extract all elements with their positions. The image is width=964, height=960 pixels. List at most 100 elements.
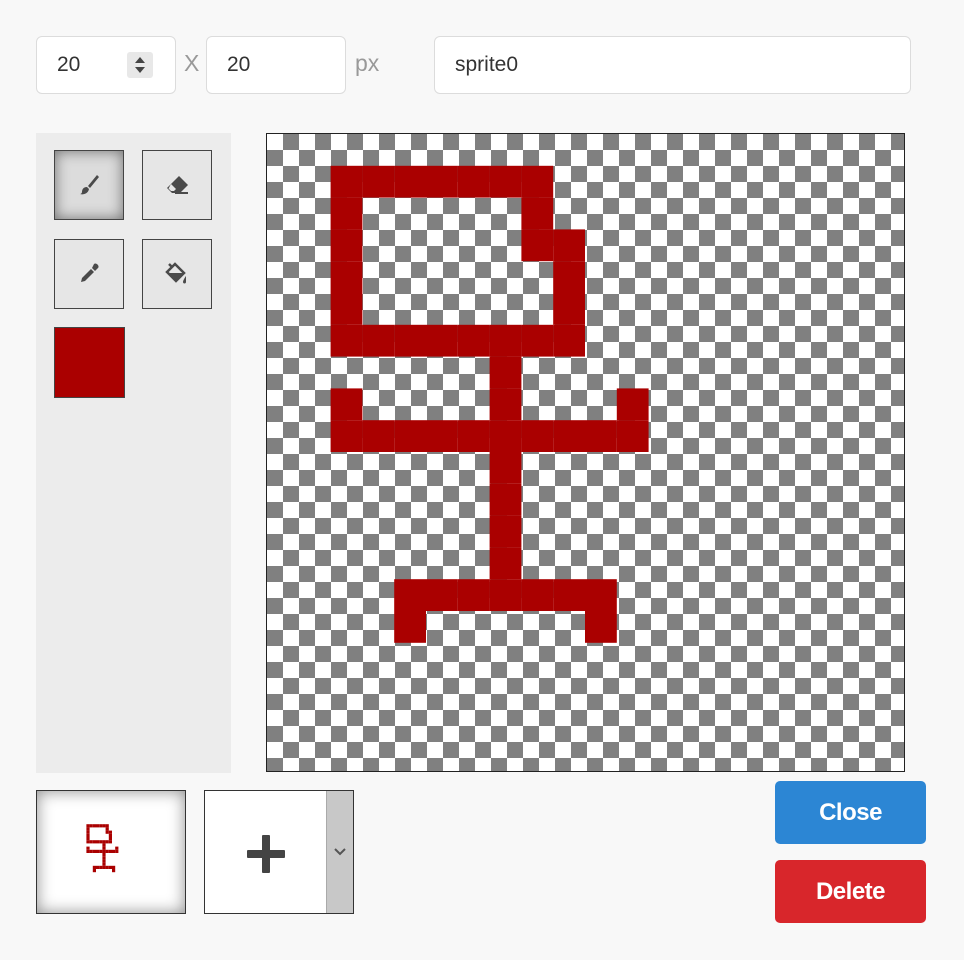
thumb-pixel xyxy=(89,824,93,828)
canvas-pixel xyxy=(330,197,363,230)
size-unit: px xyxy=(355,50,380,76)
plus-icon xyxy=(247,835,285,873)
canvas-pixel xyxy=(521,579,554,611)
thumb-pixel xyxy=(102,824,106,828)
thumb-pixel xyxy=(92,824,96,828)
fill-tool-button[interactable] xyxy=(142,239,212,309)
frame-menu-toggle[interactable] xyxy=(326,791,353,913)
thumb-pixel xyxy=(108,849,112,853)
canvas-pixel xyxy=(394,324,426,357)
canvas-pixel xyxy=(489,388,522,421)
chevron-down-icon xyxy=(334,848,346,856)
thumb-pixel xyxy=(86,849,90,853)
thumb-pixel xyxy=(102,843,106,847)
thumb-pixel xyxy=(115,849,119,853)
canvas-pixel xyxy=(330,229,363,262)
canvas-pixel xyxy=(457,165,490,198)
canvas-pixel xyxy=(489,420,522,452)
thumb-pixel xyxy=(105,849,109,853)
thumb-pixel xyxy=(92,840,96,844)
thumb-pixel xyxy=(92,869,96,873)
thumb-pixel xyxy=(89,849,93,853)
thumb-pixel xyxy=(105,865,109,869)
canvas-pixel xyxy=(457,579,490,611)
thumb-pixel xyxy=(108,865,112,869)
height-value: 20 xyxy=(227,53,251,76)
thumb-pixel xyxy=(86,827,90,831)
canvas-pixel xyxy=(489,483,522,516)
canvas-pixel xyxy=(394,579,426,611)
brush-tool-button[interactable] xyxy=(54,150,124,220)
canvas-pixel xyxy=(330,420,363,452)
add-frame-button[interactable] xyxy=(204,790,354,914)
height-input[interactable]: 20 xyxy=(206,36,346,94)
eraser-tool-button[interactable] xyxy=(142,150,212,220)
width-value: 20 xyxy=(57,53,81,76)
canvas-pixel xyxy=(426,420,458,452)
thumb-pixel xyxy=(89,840,93,844)
canvas-pixel xyxy=(362,165,395,198)
width-input[interactable]: 20 xyxy=(36,36,176,94)
frame-thumbnail[interactable] xyxy=(36,790,186,914)
fill-bucket-icon xyxy=(165,262,186,284)
sprite-name-input[interactable]: sprite0 xyxy=(434,36,911,94)
thumb-pixel xyxy=(99,824,103,828)
thumb-pixel xyxy=(86,840,90,844)
width-spinner-icon[interactable] xyxy=(127,52,153,78)
eyedropper-icon xyxy=(81,263,99,282)
eyedropper-tool-button[interactable] xyxy=(54,239,124,309)
thumb-pixel xyxy=(102,849,106,853)
thumb-pixel xyxy=(99,849,103,853)
delete-button[interactable]: Delete xyxy=(775,860,926,923)
thumb-pixel xyxy=(105,827,109,831)
canvas-pixel xyxy=(426,324,458,357)
thumb-pixel xyxy=(96,849,100,853)
thumb-pixel xyxy=(105,840,109,844)
canvas-pixel xyxy=(362,420,395,452)
drawing-canvas[interactable] xyxy=(266,133,905,772)
canvas-pixel xyxy=(489,324,522,357)
sprite-pixels xyxy=(330,165,649,643)
canvas-pixel xyxy=(489,165,522,198)
thumb-pixel xyxy=(105,824,109,828)
thumb-pixel xyxy=(102,853,106,857)
canvas-pixel xyxy=(394,611,426,643)
thumb-pixel xyxy=(115,846,119,850)
canvas-pixel xyxy=(585,420,617,452)
thumb-pixel xyxy=(102,865,106,869)
canvas-pixel xyxy=(362,324,395,357)
close-button[interactable]: Close xyxy=(775,781,926,844)
thumb-pixel xyxy=(108,840,112,844)
thumb-pixel xyxy=(102,840,106,844)
frame-preview xyxy=(86,824,119,873)
thumb-pixel xyxy=(92,849,96,853)
thumb-pixel xyxy=(86,837,90,841)
canvas-pixel xyxy=(553,324,585,357)
canvas-pixel xyxy=(553,420,585,452)
thumb-pixel xyxy=(105,830,109,834)
thumb-pixel xyxy=(86,846,90,850)
canvas-pixel xyxy=(553,261,585,293)
canvas-pixel xyxy=(521,229,554,262)
thumb-pixel xyxy=(108,833,112,837)
canvas-pixel xyxy=(330,165,363,198)
canvas-pixel xyxy=(521,324,554,357)
thumb-pixel xyxy=(99,840,103,844)
thumb-pixel xyxy=(112,849,116,853)
canvas-pixel xyxy=(585,611,617,643)
canvas-pixel xyxy=(330,261,363,293)
canvas-pixel xyxy=(553,229,585,262)
canvas-pixel xyxy=(521,420,554,452)
eraser-icon xyxy=(167,176,188,194)
thumb-pixel xyxy=(92,865,96,869)
thumb-pixel xyxy=(102,862,106,866)
thumb-pixel xyxy=(108,830,112,834)
thumb-pixel xyxy=(96,865,100,869)
thumb-pixel xyxy=(96,824,100,828)
canvas-pixel xyxy=(489,579,522,611)
current-color-swatch[interactable] xyxy=(54,327,125,398)
sprite-name-value: sprite0 xyxy=(455,53,519,76)
canvas-pixel xyxy=(426,165,458,198)
thumb-pixel xyxy=(96,840,100,844)
thumb-pixel xyxy=(102,846,106,850)
